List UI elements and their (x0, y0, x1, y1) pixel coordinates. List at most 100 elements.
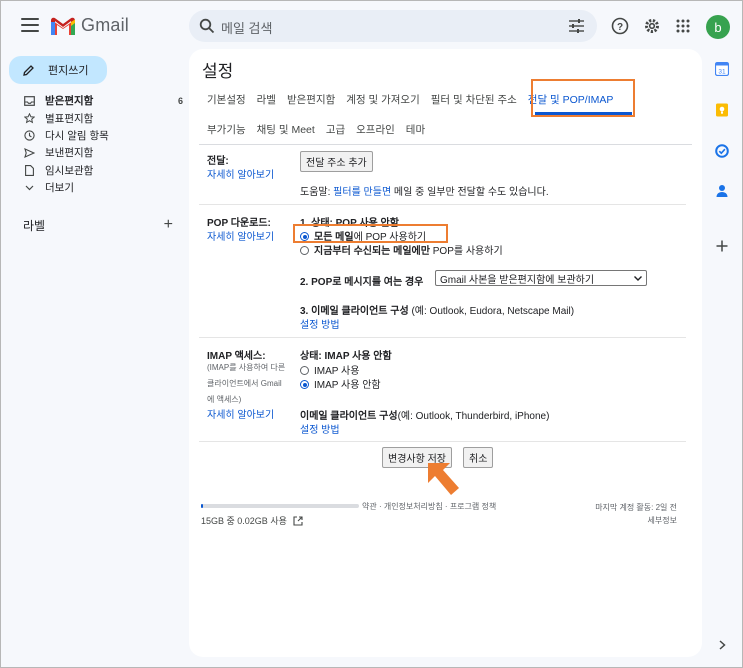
sidebar-item-label: 보낸편지함 (45, 147, 94, 160)
clock-icon (23, 130, 35, 141)
imap-learn-more-link[interactable]: 자세히 알아보기 (207, 406, 274, 421)
sidebar-item-label: 임시보관함 (45, 164, 94, 177)
section-divider (199, 337, 686, 338)
imap-description: (IMAP를 사용하여 다른 클라이언트에서 Gmail 에 액세스) (207, 360, 285, 408)
help-icon[interactable]: ? (609, 15, 631, 37)
search-input[interactable]: 메일 검색 (221, 18, 272, 37)
sidebar-item-starred[interactable]: 별표편지함 (23, 109, 183, 126)
forwarding-learn-more-link[interactable]: 자세히 알아보기 (207, 166, 274, 181)
apps-grid-icon[interactable] (672, 15, 694, 37)
compose-button[interactable]: 편지쓰기 (9, 56, 107, 84)
sidebar-nav: 받은편지함 6 별표편지함 다시 알림 항목 보낸편지함 임시보관함 더보기 (23, 92, 183, 196)
tab-accounts[interactable]: 계정 및 가져오기 (346, 92, 419, 107)
pop-setup-link[interactable]: 설정 방법 (300, 316, 340, 331)
search-options-icon[interactable] (569, 19, 584, 33)
labels-title: 라벨 (23, 218, 46, 233)
pop-step3: 3. 이메일 클라이언트 구성 (예: Outlook, Eudora, Net… (300, 302, 574, 317)
tasks-icon[interactable] (714, 143, 730, 159)
pop-learn-more-link[interactable]: 자세히 알아보기 (207, 228, 274, 243)
tab-general[interactable]: 기본설정 (207, 92, 246, 107)
sidebar-item-label: 다시 알림 항목 (45, 129, 109, 142)
pop-action-select[interactable]: Gmail 사본을 받은편지함에 보관하기 (435, 270, 647, 286)
add-label-button[interactable]: + (164, 216, 173, 234)
sidebar-item-snoozed[interactable]: 다시 알림 항목 (23, 127, 183, 144)
main-menu-icon[interactable] (21, 18, 39, 32)
sidebar-item-label: 받은편지함 (45, 95, 94, 108)
option-bold-text: 지금부터 수신되는 메일에만 (314, 246, 430, 257)
account-activity: 마지막 계정 활동: 2일 전 세부정보 (584, 501, 677, 527)
last-activity-text: 마지막 계정 활동: 2일 전 (595, 503, 677, 512)
step3-example: (예: Outlook, Eudora, Netscape Mail) (408, 306, 575, 317)
footer-links[interactable]: 약관 · 개인정보처리방침 · 프로그램 정책 (362, 501, 496, 512)
tab-addons[interactable]: 부가기능 (207, 122, 246, 137)
search-bar[interactable]: 메일 검색 (189, 10, 597, 42)
add-forwarding-address-button[interactable]: 전달 주소 추가 (300, 151, 373, 172)
tabs-divider (199, 144, 692, 145)
pop-download-label: POP 다운로드: (207, 218, 271, 229)
sidebar-item-drafts[interactable]: 임시보관함 (23, 162, 183, 179)
contacts-icon[interactable] (714, 183, 730, 199)
client-example: (예: Outlook, Thunderbird, iPhone) (397, 411, 550, 422)
search-icon[interactable] (199, 18, 215, 34)
sidebar-item-more[interactable]: 더보기 (23, 179, 183, 196)
annotation-arrow (428, 463, 459, 495)
section-divider (199, 441, 686, 442)
inbox-icon (23, 95, 35, 106)
gmail-logo[interactable]: Gmail (51, 15, 129, 36)
imap-option-enable[interactable]: IMAP 사용 (300, 362, 359, 377)
svg-text:?: ? (617, 22, 623, 33)
create-filter-link[interactable]: 필터를 만들면 (333, 187, 391, 198)
forwarding-label: 전달: (207, 156, 229, 167)
labels-section: 라벨 + (23, 216, 173, 234)
annotation-highlight-pop-option (293, 224, 448, 243)
chevron-down-icon (23, 185, 35, 191)
select-value: Gmail 사본을 받은편지함에 보관하기 (440, 274, 595, 286)
sidebar-item-sent[interactable]: 보낸편지함 (23, 144, 183, 161)
pop-option-new-mail[interactable]: 지금부터 수신되는 메일에만 POP를 사용하기 (300, 242, 503, 257)
get-addons-plus-icon[interactable] (714, 238, 730, 254)
imap-desc-line: (IMAP를 사용하여 다른 (207, 363, 286, 372)
radio-unselected[interactable] (300, 246, 309, 255)
chevron-down-icon (634, 275, 642, 281)
storage-bar (201, 504, 359, 508)
details-link[interactable]: 세부정보 (584, 514, 677, 527)
external-link-icon[interactable] (293, 515, 303, 526)
sidebar-item-label: 더보기 (45, 182, 74, 195)
send-icon (23, 147, 35, 158)
tip-suffix: 메일 중 일부만 전달할 수도 있습니다. (391, 187, 549, 198)
tab-chat-meet[interactable]: 채팅 및 Meet (257, 122, 315, 137)
pop-step2-label: 2. POP로 메시지를 여는 경우 (300, 277, 424, 288)
storage-bar-fill (201, 504, 203, 508)
tab-advanced[interactable]: 고급 (326, 122, 345, 137)
imap-option-disable[interactable]: IMAP 사용 안함 (300, 376, 381, 391)
star-icon (23, 112, 35, 124)
imap-setup-link[interactable]: 설정 방법 (300, 421, 340, 436)
annotation-highlight-tab (531, 79, 635, 117)
compose-label: 편지쓰기 (48, 65, 89, 77)
storage-info: 15GB 중 0.02GB 사용 (201, 514, 303, 527)
sidebar-item-inbox[interactable]: 받은편지함 6 (23, 92, 183, 109)
tab-offline[interactable]: 오프라인 (356, 122, 395, 137)
show-side-panel-icon[interactable] (716, 638, 728, 652)
pencil-icon (23, 64, 34, 76)
unread-count: 6 (177, 95, 183, 106)
keep-icon[interactable] (714, 102, 730, 118)
tab-labels[interactable]: 라벨 (257, 92, 276, 107)
account-avatar[interactable]: b (706, 15, 730, 39)
option-text: IMAP 사용 안함 (314, 380, 381, 391)
tip-prefix: 도움말: (300, 187, 334, 198)
page-title: 설정 (202, 62, 234, 81)
tab-inbox[interactable]: 받은편지함 (287, 92, 335, 107)
settings-panel: 설정 기본설정 라벨 받은편지함 계정 및 가져오기 필터 및 차단된 주소 전… (189, 49, 702, 657)
tab-themes[interactable]: 테마 (406, 122, 425, 137)
tab-filters[interactable]: 필터 및 차단된 주소 (431, 92, 517, 107)
section-divider (199, 204, 686, 205)
settings-gear-icon[interactable] (641, 15, 663, 37)
gmail-m-icon (51, 17, 75, 35)
imap-client-config: 이메일 클라이언트 구성(예: Outlook, Thunderbird, iP… (300, 407, 549, 422)
radio-selected[interactable] (300, 380, 309, 389)
radio-unselected[interactable] (300, 366, 309, 375)
calendar-icon[interactable]: 31 (714, 61, 730, 77)
settings-tabs-row2: 부가기능 채팅 및 Meet 고급 오프라인 테마 (207, 122, 425, 137)
svg-text:31: 31 (718, 69, 726, 76)
